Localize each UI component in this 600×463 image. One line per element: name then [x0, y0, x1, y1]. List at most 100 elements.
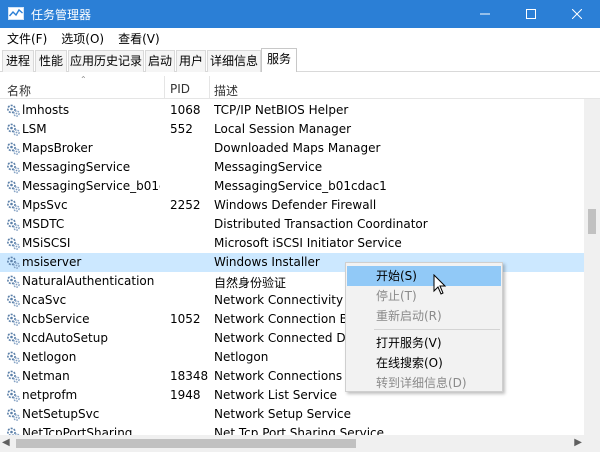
- gear-icon: [7, 332, 20, 345]
- vertical-scrollbar[interactable]: [584, 99, 600, 435]
- table-row[interactable]: MSDTC Distributed Transaction Coordinator: [0, 215, 584, 234]
- menu-bar: 文件(F) 选项(O) 查看(V): [0, 28, 600, 48]
- column-divider[interactable]: [164, 76, 165, 98]
- tab-services[interactable]: 服务: [261, 48, 297, 73]
- service-name: MSDTC: [22, 217, 65, 231]
- minimize-button[interactable]: [462, 0, 508, 28]
- menu-search-online[interactable]: 在线搜索(O): [347, 353, 501, 373]
- gear-icon: [7, 199, 20, 212]
- horizontal-scrollbar[interactable]: ◀ ▶: [0, 435, 584, 452]
- service-pid: 552: [170, 122, 193, 136]
- tab-startup[interactable]: 启动: [145, 50, 175, 72]
- scrollbar-corner: [584, 435, 600, 452]
- menu-go-to-details[interactable]: 转到详细信息(D): [347, 373, 501, 393]
- table-row[interactable]: MapsBroker Downloaded Maps Manager: [0, 139, 584, 158]
- gear-icon: [7, 313, 20, 326]
- service-pid: 1948: [170, 388, 201, 402]
- table-row[interactable]: NetTcpPortSharing Net.Tcp Port Sharing Se…: [0, 424, 584, 435]
- service-description: Downloaded Maps Manager: [214, 141, 381, 155]
- service-description: Distributed Transaction Coordinator: [214, 217, 428, 231]
- service-description: MessagingService: [214, 160, 323, 174]
- menu-stop[interactable]: 停止(T): [347, 286, 501, 306]
- tab-app-history[interactable]: 应用历史记录: [68, 50, 144, 72]
- gear-icon: [7, 237, 20, 250]
- gear-icon: [7, 427, 20, 435]
- close-button[interactable]: [554, 0, 600, 28]
- service-description: Microsoft iSCSI Initiator Service: [214, 236, 402, 250]
- service-name: MpsSvc: [22, 198, 68, 212]
- minimize-icon: [480, 13, 490, 15]
- service-description: TCP/IP NetBIOS Helper: [214, 103, 349, 117]
- service-name: NetSetupSvc: [22, 407, 100, 421]
- gear-icon: [7, 256, 20, 269]
- gear-icon: [7, 161, 20, 174]
- column-divider[interactable]: [209, 76, 210, 98]
- gear-icon: [7, 275, 20, 288]
- maximize-icon: [526, 9, 536, 19]
- gear-icon: [7, 370, 20, 383]
- column-name[interactable]: 名称: [7, 82, 31, 99]
- mouse-cursor-icon: [433, 274, 447, 295]
- table-row[interactable]: lmhosts 1068 TCP/IP NetBIOS Helper: [0, 101, 584, 120]
- tab-bar: 进程 性能 应用历史记录 启动 用户 详细信息 服务: [0, 48, 600, 73]
- menu-start[interactable]: 开始(S): [347, 266, 501, 286]
- gear-icon: [7, 389, 20, 402]
- scroll-right-icon[interactable]: ▶: [574, 437, 582, 448]
- service-name: netprofm: [22, 388, 78, 402]
- service-name: NcdAutoSetup: [22, 331, 108, 345]
- title-bar[interactable]: 任务管理器: [0, 0, 600, 28]
- service-description: MessagingService_b01cdac1: [214, 179, 387, 193]
- table-row[interactable]: MessagingService_b01c... MessagingService…: [0, 177, 584, 196]
- table-row[interactable]: NetSetupSvc Network Setup Service: [0, 405, 584, 424]
- service-name: NaturalAuthentication: [22, 274, 155, 288]
- scroll-left-icon[interactable]: ◀: [2, 437, 10, 448]
- window-bottom: [0, 452, 600, 463]
- service-description: Net.Tcp Port Sharing Service: [214, 426, 385, 435]
- service-name: MapsBroker: [22, 141, 93, 155]
- service-description: Network Setup Service: [214, 407, 352, 421]
- table-row[interactable]: MSiSCSI Microsoft iSCSI Initiator Service: [0, 234, 584, 253]
- table-row[interactable]: MpsSvc 2252 Windows Defender Firewall: [0, 196, 584, 215]
- horizontal-scroll-thumb[interactable]: [16, 439, 356, 448]
- service-description: Local Session Manager: [214, 122, 352, 136]
- gear-icon: [7, 123, 20, 136]
- maximize-button[interactable]: [508, 0, 554, 28]
- tab-users[interactable]: 用户: [176, 50, 206, 72]
- menu-options[interactable]: 选项(O): [54, 30, 111, 47]
- service-pid: 1068: [170, 103, 201, 117]
- service-name: MessagingService: [22, 160, 131, 174]
- service-name: NcaSvc: [22, 293, 67, 307]
- gear-icon: [7, 180, 20, 193]
- tab-processes[interactable]: 进程: [2, 50, 34, 72]
- service-pid: 2252: [170, 198, 201, 212]
- tab-performance[interactable]: 性能: [35, 50, 67, 72]
- close-icon: [572, 9, 582, 19]
- menu-separator: [374, 329, 500, 330]
- gear-icon: [7, 294, 20, 307]
- service-name: NetTcpPortSharing: [22, 426, 133, 435]
- sort-up-icon: ⌃: [80, 75, 87, 84]
- menu-open-services[interactable]: 打开服务(V): [347, 333, 501, 353]
- service-name: Netlogon: [22, 350, 77, 364]
- service-name: Netman: [22, 369, 70, 383]
- service-description: Windows Defender Firewall: [214, 198, 377, 212]
- column-pid[interactable]: PID: [170, 82, 190, 96]
- column-header: ⌃ 名称 PID 描述: [0, 72, 600, 99]
- gear-icon: [7, 104, 20, 117]
- gear-icon: [7, 142, 20, 155]
- gear-icon: [7, 218, 20, 231]
- vertical-scroll-thumb[interactable]: [588, 209, 596, 234]
- window-title: 任务管理器: [31, 7, 92, 22]
- menu-view[interactable]: 查看(V): [111, 30, 167, 47]
- column-description[interactable]: 描述: [214, 82, 238, 99]
- service-name: NcbService: [22, 312, 90, 326]
- service-name: lmhosts: [22, 103, 70, 117]
- context-menu: 开始(S) 停止(T) 重新启动(R) 打开服务(V) 在线搜索(O) 转到详细…: [345, 262, 503, 392]
- service-pid: 1052: [170, 312, 201, 326]
- table-row[interactable]: LSM 552 Local Session Manager: [0, 120, 584, 139]
- table-row[interactable]: MessagingService MessagingService: [0, 158, 584, 177]
- menu-restart[interactable]: 重新启动(R): [347, 306, 501, 326]
- tab-details[interactable]: 详细信息: [207, 50, 261, 72]
- gear-icon: [7, 351, 20, 364]
- menu-file[interactable]: 文件(F): [0, 30, 54, 47]
